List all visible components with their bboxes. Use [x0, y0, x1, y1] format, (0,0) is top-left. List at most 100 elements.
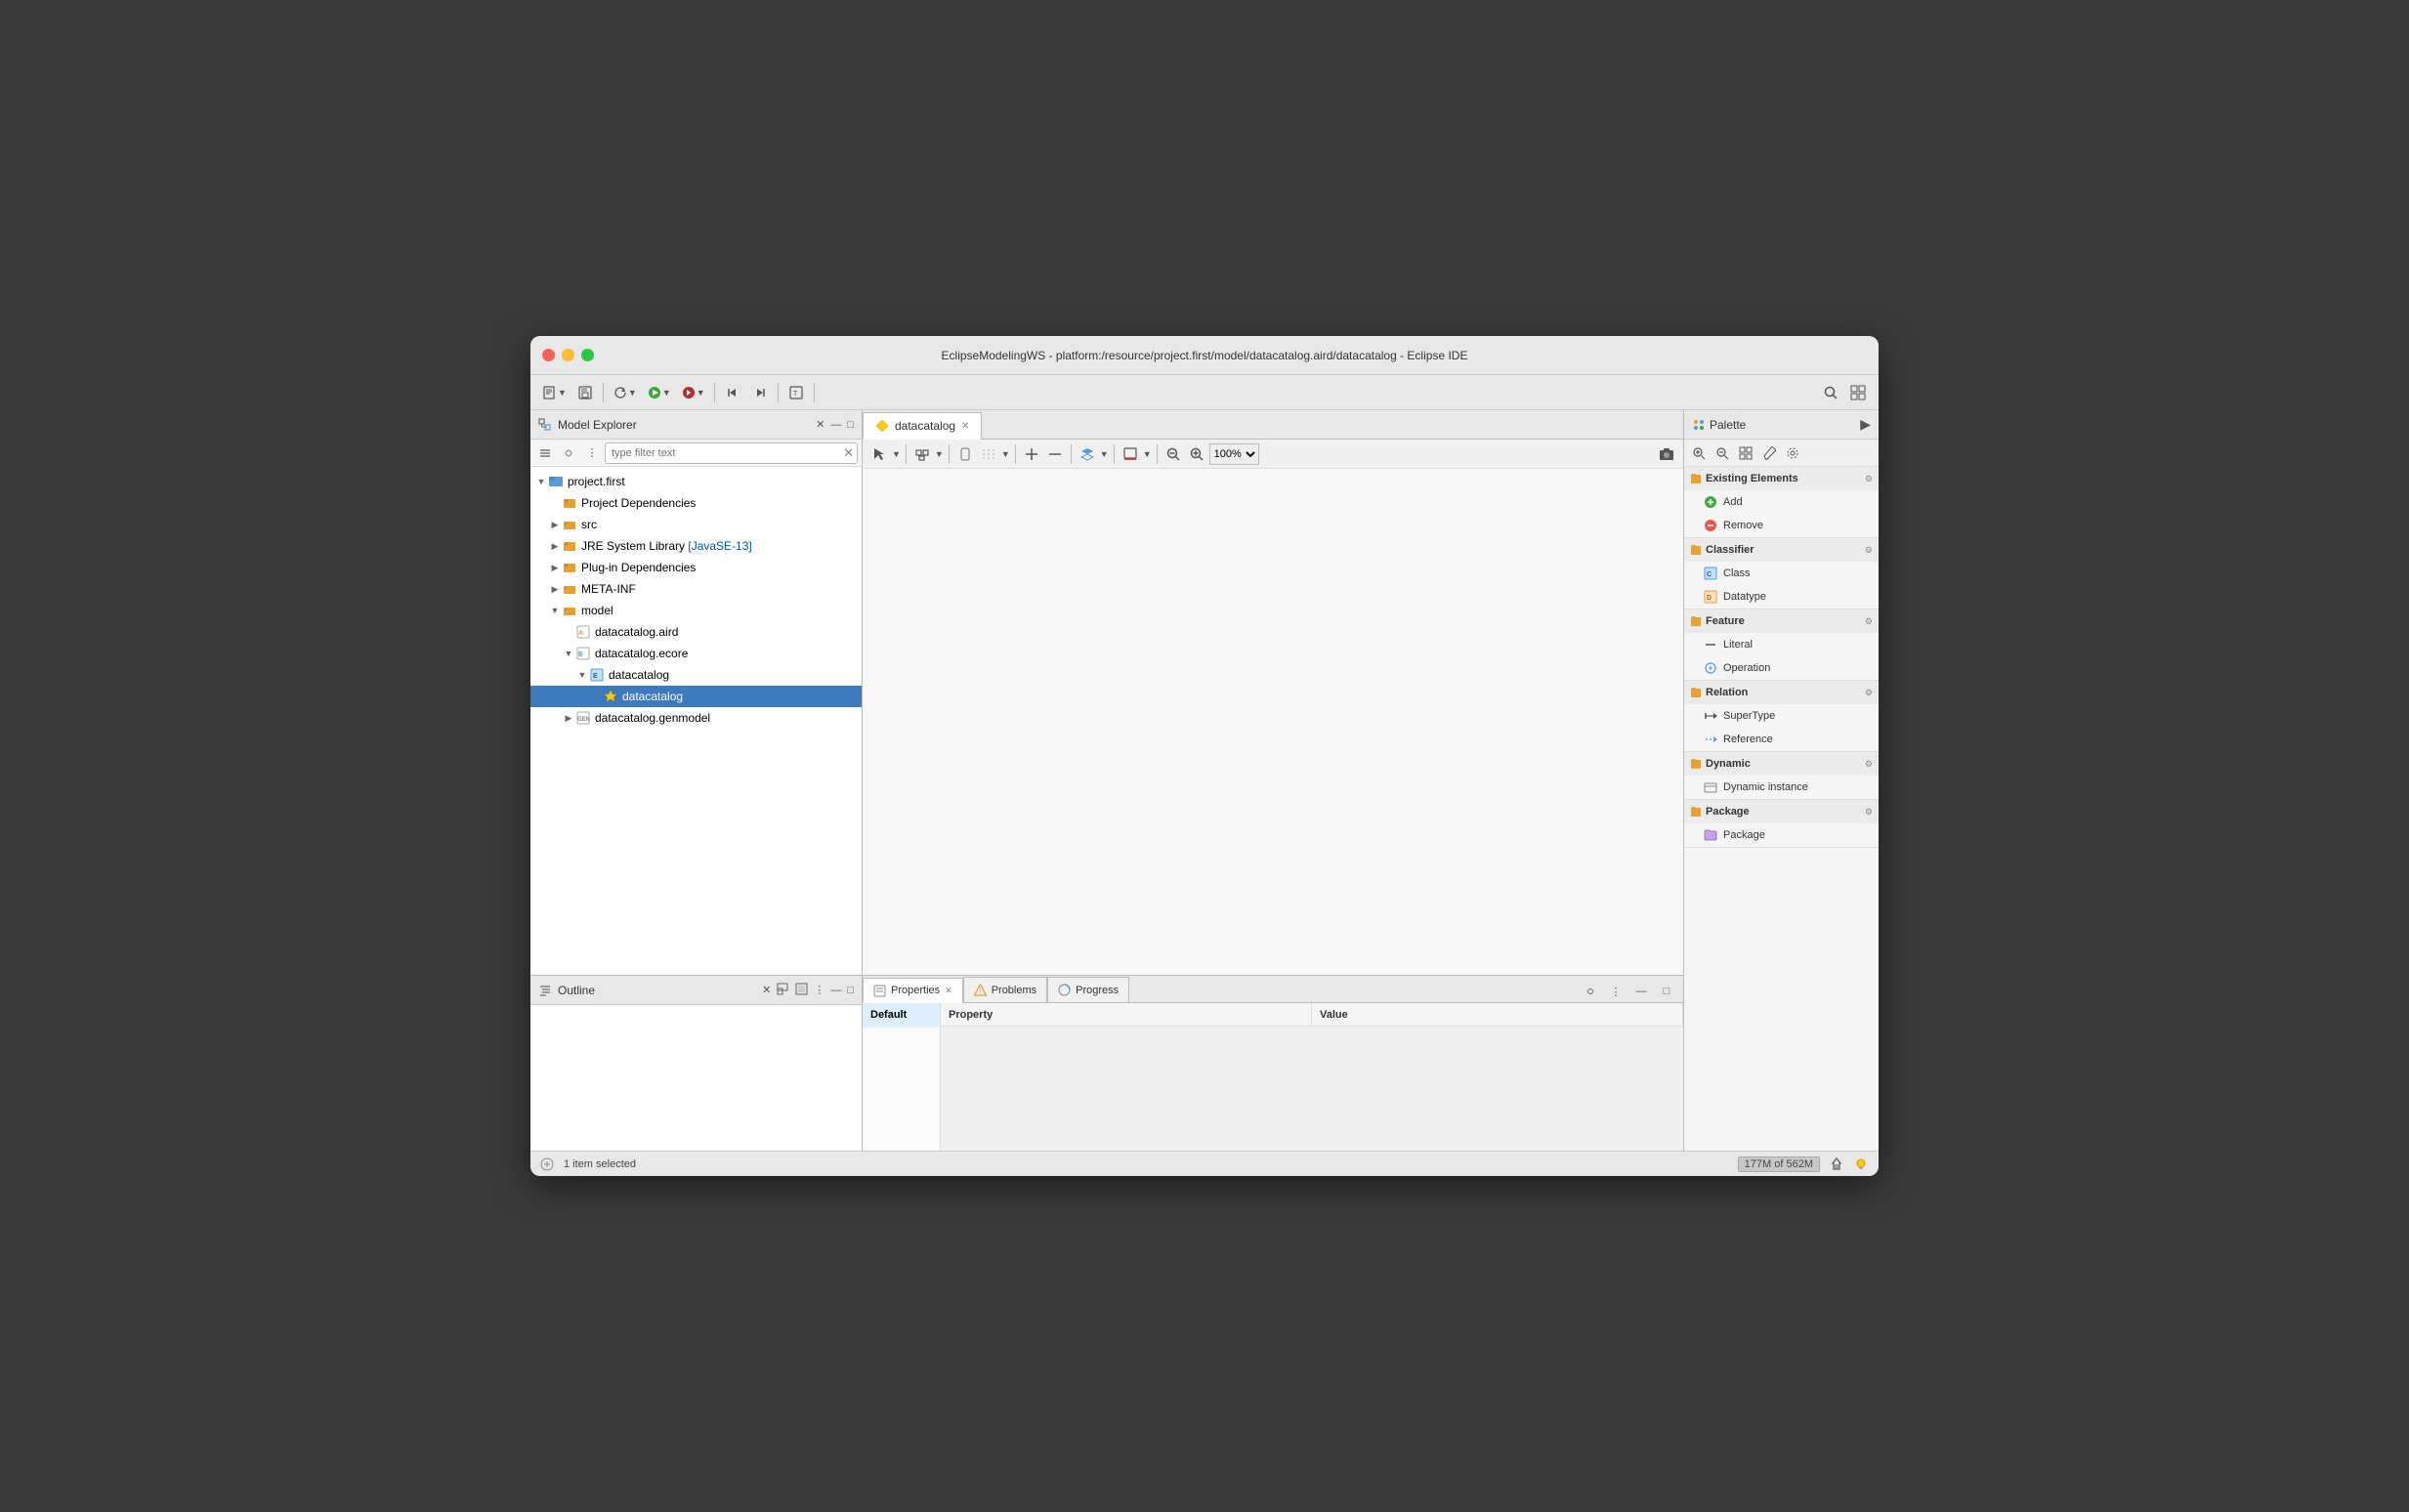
editor-tool-layer[interactable] [1077, 443, 1098, 465]
editor-tool-color[interactable] [1120, 443, 1141, 465]
palette-item-package[interactable]: Package [1684, 823, 1879, 847]
search-clear-icon[interactable]: ✕ [843, 445, 854, 461]
me-collapse-all-button[interactable] [534, 442, 556, 464]
outline-menu-icon[interactable]: ⋮ [814, 984, 824, 996]
me-link-button[interactable] [558, 442, 579, 464]
palette-item-datatype[interactable]: D Datatype [1684, 585, 1879, 609]
palette-item-reference[interactable]: Reference [1684, 728, 1879, 751]
editor-tool-snap[interactable] [978, 443, 999, 465]
palette-zoom-out[interactable] [1712, 442, 1733, 464]
debug-button[interactable]: ▼ [677, 380, 709, 405]
palette-item-literal[interactable]: Literal [1684, 633, 1879, 656]
tree-item-jre[interactable]: ▶ JRE System Library [JavaSE-13] [530, 535, 862, 557]
tree-item-project-deps[interactable]: ▶ Project Dependencies [530, 492, 862, 514]
outline-toolbar-2[interactable] [795, 983, 808, 998]
minimize-button[interactable] [562, 349, 574, 361]
navigate-forward-button[interactable] [747, 380, 773, 405]
search-button[interactable] [1818, 380, 1843, 405]
editor-tool-collapse[interactable] [1044, 443, 1066, 465]
tree-item-datacatalog-aird[interactable]: ▶ A datacatalog.aird [530, 621, 862, 643]
tree-item-project-first[interactable]: ▼ project.first [530, 471, 862, 492]
editor-tool-arrange[interactable] [911, 443, 933, 465]
palette-zoom-in[interactable] [1688, 442, 1710, 464]
tree-item-model[interactable]: ▼ model [530, 600, 862, 621]
props-sidebar-default[interactable]: Default [863, 1003, 940, 1028]
save-button[interactable] [572, 380, 598, 405]
props-maximize-button[interactable]: □ [1656, 981, 1677, 1002]
section-classifier-settings[interactable]: ⚙ [1865, 545, 1873, 556]
outline-maximize-icon[interactable]: □ [847, 985, 854, 996]
palette-item-supertype[interactable]: SuperType [1684, 704, 1879, 728]
section-dynamic-settings[interactable]: ⚙ [1865, 759, 1873, 770]
editor-tool-pin[interactable] [954, 443, 976, 465]
props-minimize-button[interactable]: — [1630, 981, 1652, 1002]
close-button[interactable] [542, 349, 555, 361]
palette-section-package-header[interactable]: Package ⚙ [1684, 800, 1879, 823]
section-package-settings[interactable]: ⚙ [1865, 807, 1873, 818]
tab-problems[interactable]: ! Problems [963, 977, 1047, 1002]
editor-tool-expand[interactable] [1021, 443, 1042, 465]
palette-section-existing-header[interactable]: Existing Elements ⚙ [1684, 467, 1879, 490]
tab-progress[interactable]: Progress [1047, 977, 1129, 1002]
perspectives-button[interactable] [1845, 380, 1871, 405]
model-explorer-header: Model Explorer ✕ — □ [530, 410, 862, 440]
palette-section-feature-header[interactable]: Feature ⚙ [1684, 609, 1879, 633]
tree-item-src[interactable]: ▶ src [530, 514, 862, 535]
zoom-select[interactable]: 100% 75% 150% [1209, 443, 1259, 465]
palette-item-dynamic-instance[interactable]: Dynamic instance [1684, 776, 1879, 799]
arrow-meta-inf: ▶ [548, 582, 562, 596]
toolbar-separator-1 [603, 383, 604, 402]
palette-item-add[interactable]: Add [1684, 490, 1879, 514]
tab-properties[interactable]: Properties ✕ [863, 978, 963, 1003]
tree-item-datacatalog-selected[interactable]: ▶ datacatalog [530, 686, 862, 707]
refresh-button[interactable]: ▼ [609, 380, 641, 405]
me-menu-button[interactable]: ⋮ [581, 442, 603, 464]
palette-layout[interactable] [1735, 442, 1756, 464]
palette-settings-button[interactable] [1782, 442, 1803, 464]
memory-indicator[interactable]: 177M of 562M [1738, 1156, 1820, 1172]
editor-tool-camera[interactable] [1656, 443, 1677, 465]
open-type-button[interactable]: T [783, 380, 809, 405]
editor-tool-select[interactable] [868, 443, 890, 465]
tree-item-datacatalog-genmodel[interactable]: ▶ GEN datacatalog.genmodel [530, 707, 862, 729]
palette-item-operation[interactable]: Operation [1684, 656, 1879, 680]
outline-minimize-icon[interactable]: — [830, 985, 841, 996]
me-close-icon[interactable]: ✕ [816, 418, 824, 431]
run-button[interactable]: ▼ [643, 380, 675, 405]
outline-close-icon[interactable]: ✕ [762, 984, 771, 996]
me-maximize-icon[interactable]: □ [847, 419, 854, 431]
editor-tool-zoom-out[interactable] [1162, 443, 1184, 465]
tree-item-datacatalog-inner[interactable]: ▼ E datacatalog [530, 664, 862, 686]
new-button[interactable]: ▼ [538, 380, 571, 405]
maximize-button[interactable] [581, 349, 594, 361]
editor-tab-datacatalog[interactable]: datacatalog ✕ [863, 412, 982, 440]
palette-expand-button[interactable]: ▶ [1860, 416, 1871, 433]
palette-item-class[interactable]: C Class [1684, 562, 1879, 585]
tree-item-datacatalog-ecore[interactable]: ▼ E datacatalog.ecore [530, 643, 862, 664]
outline-toolbar-1[interactable] [777, 983, 789, 998]
props-link-button[interactable] [1580, 981, 1601, 1002]
tree-item-plugin-deps[interactable]: ▶ Plug-in Dependencies [530, 557, 862, 578]
gc-button[interactable] [1826, 1154, 1847, 1175]
palette-item-remove[interactable]: Remove [1684, 514, 1879, 537]
tab-properties-close[interactable]: ✕ [945, 986, 952, 996]
tree-item-meta-inf[interactable]: ▶ META-INF [530, 578, 862, 600]
section-existing-settings[interactable]: ⚙ [1865, 474, 1873, 484]
palette-section-classifier-header[interactable]: Classifier ⚙ [1684, 538, 1879, 562]
editor-tab-close[interactable]: ✕ [961, 421, 969, 432]
palette-section-dynamic-header[interactable]: Dynamic ⚙ [1684, 752, 1879, 776]
search-input[interactable] [605, 442, 858, 464]
me-minimize-icon[interactable]: — [830, 419, 841, 431]
status-selection: 1 item selected [564, 1158, 636, 1170]
editor-canvas[interactable] [863, 469, 1683, 975]
palette-section-relation-header[interactable]: Relation ⚙ [1684, 681, 1879, 704]
properties-tabs: Properties ✕ ! Problems [863, 976, 1683, 1003]
editor-tool-zoom-in[interactable] [1186, 443, 1207, 465]
props-menu-button[interactable]: ⋮ [1605, 981, 1627, 1002]
supertype-icon [1704, 709, 1717, 723]
section-feature-settings[interactable]: ⚙ [1865, 616, 1873, 627]
palette-edit[interactable] [1758, 442, 1780, 464]
navigate-back-button[interactable] [720, 380, 745, 405]
palette-item-add-label: Add [1723, 496, 1743, 508]
section-relation-settings[interactable]: ⚙ [1865, 688, 1873, 698]
